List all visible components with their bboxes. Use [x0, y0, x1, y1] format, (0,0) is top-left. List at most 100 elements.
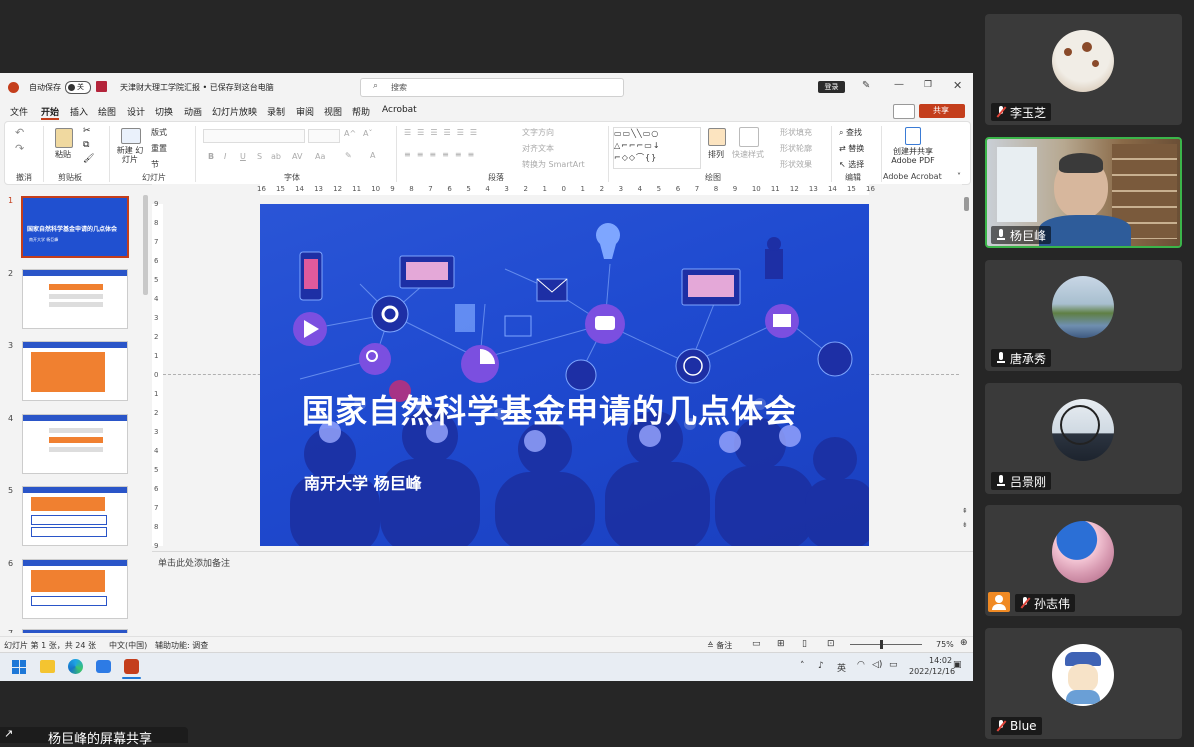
- slide-thumb-1[interactable]: 国家自然科学基金申请的几点体会 南开大学 杨巨峰: [21, 196, 129, 258]
- language-status[interactable]: 中文(中国): [109, 640, 147, 651]
- notes-pane[interactable]: 单击此处添加备注: [152, 551, 973, 637]
- chevron-up-icon[interactable]: ˄: [800, 661, 805, 671]
- new-slide-icon[interactable]: [121, 128, 141, 144]
- grow-font-icon[interactable]: A^: [344, 129, 356, 138]
- quick-styles-icon[interactable]: [739, 127, 759, 147]
- autosave-toggle[interactable]: 关: [65, 81, 91, 94]
- replace-button[interactable]: ⇄ 替换: [839, 143, 864, 154]
- shape-effects-button[interactable]: 形状效果: [780, 159, 812, 170]
- start-icon[interactable]: [12, 660, 26, 674]
- redo-icon[interactable]: ↷: [15, 142, 24, 155]
- list-buttons[interactable]: ☰☰☰☰☰☰: [404, 128, 483, 137]
- highlight-icon[interactable]: ✎: [345, 151, 352, 160]
- tab-insert[interactable]: 插入: [70, 105, 88, 118]
- tab-view[interactable]: 视图: [324, 105, 342, 118]
- underline-button[interactable]: U: [240, 152, 246, 161]
- tab-slideshow[interactable]: 幻灯片放映: [212, 105, 257, 118]
- participant-tile[interactable]: 吕景刚: [985, 383, 1182, 494]
- slide-thumb-2[interactable]: [22, 269, 128, 329]
- smartart-button[interactable]: 转换为 SmartArt: [522, 159, 585, 170]
- char-spacing-button[interactable]: AV: [292, 152, 302, 161]
- accessibility-status[interactable]: 辅助功能: 调查: [155, 640, 208, 651]
- slide-thumb-7[interactable]: [22, 629, 128, 633]
- close-icon[interactable]: ✕: [953, 79, 962, 92]
- restore-icon[interactable]: ❐: [924, 80, 932, 90]
- section-button[interactable]: 节: [151, 159, 159, 170]
- strike-ab-button[interactable]: ab: [271, 152, 281, 161]
- new-slide-label[interactable]: 新建 幻灯片: [115, 146, 145, 164]
- font-color-icon[interactable]: A: [370, 151, 375, 160]
- ime-indicator[interactable]: 英: [837, 661, 846, 674]
- next-slide-icon[interactable]: ⇟: [962, 521, 968, 529]
- slide-sorter-icon[interactable]: ⊞: [777, 639, 785, 649]
- tab-help[interactable]: 帮助: [352, 105, 370, 118]
- normal-view-icon[interactable]: ▭: [752, 639, 761, 649]
- change-case-button[interactable]: Aa: [315, 152, 325, 161]
- tab-draw[interactable]: 绘图: [98, 105, 116, 118]
- volume-icon[interactable]: ◁): [872, 660, 882, 670]
- reset-button[interactable]: 重置: [151, 143, 167, 154]
- select-button[interactable]: ↖ 选择: [839, 159, 864, 170]
- share-button[interactable]: 共享: [919, 104, 965, 118]
- participant-tile-active[interactable]: 杨巨峰: [985, 137, 1182, 248]
- shape-outline-button[interactable]: 形状轮廓: [780, 143, 812, 154]
- participant-tile[interactable]: 李玉芝: [985, 14, 1182, 125]
- strikethrough-button[interactable]: S: [257, 152, 262, 161]
- format-painter-icon[interactable]: 🖌: [83, 154, 94, 164]
- participant-tile[interactable]: 孙志伟: [985, 505, 1182, 616]
- shape-fill-button[interactable]: 形状填充: [780, 127, 812, 138]
- edge-icon[interactable]: [68, 659, 83, 674]
- tab-transitions[interactable]: 切换: [155, 105, 173, 118]
- save-icon[interactable]: [96, 81, 107, 92]
- slide-thumb-3[interactable]: [22, 341, 128, 401]
- slide-panel-scrollbar[interactable]: [143, 195, 148, 295]
- tab-review[interactable]: 审阅: [296, 105, 314, 118]
- paste-label[interactable]: 粘贴: [55, 149, 71, 160]
- zoom-level[interactable]: 75%: [936, 640, 954, 649]
- clock-date[interactable]: 2022/12/16: [909, 667, 955, 676]
- participant-tile[interactable]: 唐承秀: [985, 260, 1182, 371]
- notification-icon[interactable]: ▣: [953, 660, 962, 670]
- battery-icon[interactable]: ▭: [889, 660, 898, 670]
- create-pdf-icon[interactable]: [905, 127, 921, 145]
- slide-thumb-6[interactable]: [22, 559, 128, 619]
- clock-time[interactable]: 14:02: [929, 656, 952, 665]
- font-family-select[interactable]: [203, 129, 305, 143]
- undo-icon[interactable]: ↶: [15, 126, 24, 139]
- slideshow-view-icon[interactable]: ⊡: [827, 639, 835, 649]
- find-button[interactable]: ⌕ 查找: [839, 127, 862, 138]
- powerpoint-taskbar-icon[interactable]: [124, 659, 139, 674]
- tab-animations[interactable]: 动画: [184, 105, 202, 118]
- search-box[interactable]: ⌕ 搜索: [360, 78, 624, 97]
- font-size-select[interactable]: [308, 129, 340, 143]
- tab-record[interactable]: 录制: [267, 105, 285, 118]
- pen-icon[interactable]: ✎: [862, 80, 870, 91]
- collapse-ribbon-icon[interactable]: ˅: [957, 172, 961, 181]
- participant-tile[interactable]: Blue: [985, 628, 1182, 739]
- notes-button[interactable]: ≙ 备注: [707, 640, 732, 651]
- copy-icon[interactable]: ⧉: [83, 140, 89, 150]
- layout-button[interactable]: 版式: [151, 127, 167, 138]
- italic-button[interactable]: I: [224, 152, 226, 161]
- document-title[interactable]: 天津财大理工学院汇报 • 已保存到这台电脑: [120, 82, 274, 93]
- zoom-slider[interactable]: [850, 640, 922, 649]
- slide-thumb-5[interactable]: [22, 486, 128, 546]
- align-text-button[interactable]: 对齐文本: [522, 143, 554, 154]
- slide-title[interactable]: 国家自然科学基金申请的几点体会: [302, 386, 862, 432]
- text-direction-button[interactable]: 文字方向: [522, 127, 554, 138]
- comments-icon[interactable]: [893, 104, 915, 119]
- slide-thumb-4[interactable]: [22, 414, 128, 474]
- prev-slide-icon[interactable]: ⇞: [962, 507, 968, 515]
- align-buttons[interactable]: ≡≡≡≡≡≡: [404, 150, 480, 159]
- wifi-icon[interactable]: ◠: [857, 660, 865, 670]
- quick-styles-label[interactable]: 快速样式: [732, 149, 764, 160]
- shrink-font-icon[interactable]: Aˇ: [363, 129, 372, 138]
- cut-icon[interactable]: ✂: [83, 126, 91, 136]
- tab-acrobat[interactable]: Acrobat: [382, 105, 417, 115]
- tab-design[interactable]: 设计: [127, 105, 145, 118]
- create-pdf-label[interactable]: 创建并共享 Adobe PDF: [889, 147, 937, 165]
- login-button[interactable]: 登录: [818, 81, 845, 93]
- slide-subtitle[interactable]: 南开大学 杨巨峰: [304, 470, 422, 494]
- microphone-tray-icon[interactable]: ♪: [818, 661, 824, 671]
- shapes-gallery[interactable]: ▭▭╲╲▭○ △⌐⌐⌐▭↓ ⌐◇◇⌒{}: [613, 127, 701, 169]
